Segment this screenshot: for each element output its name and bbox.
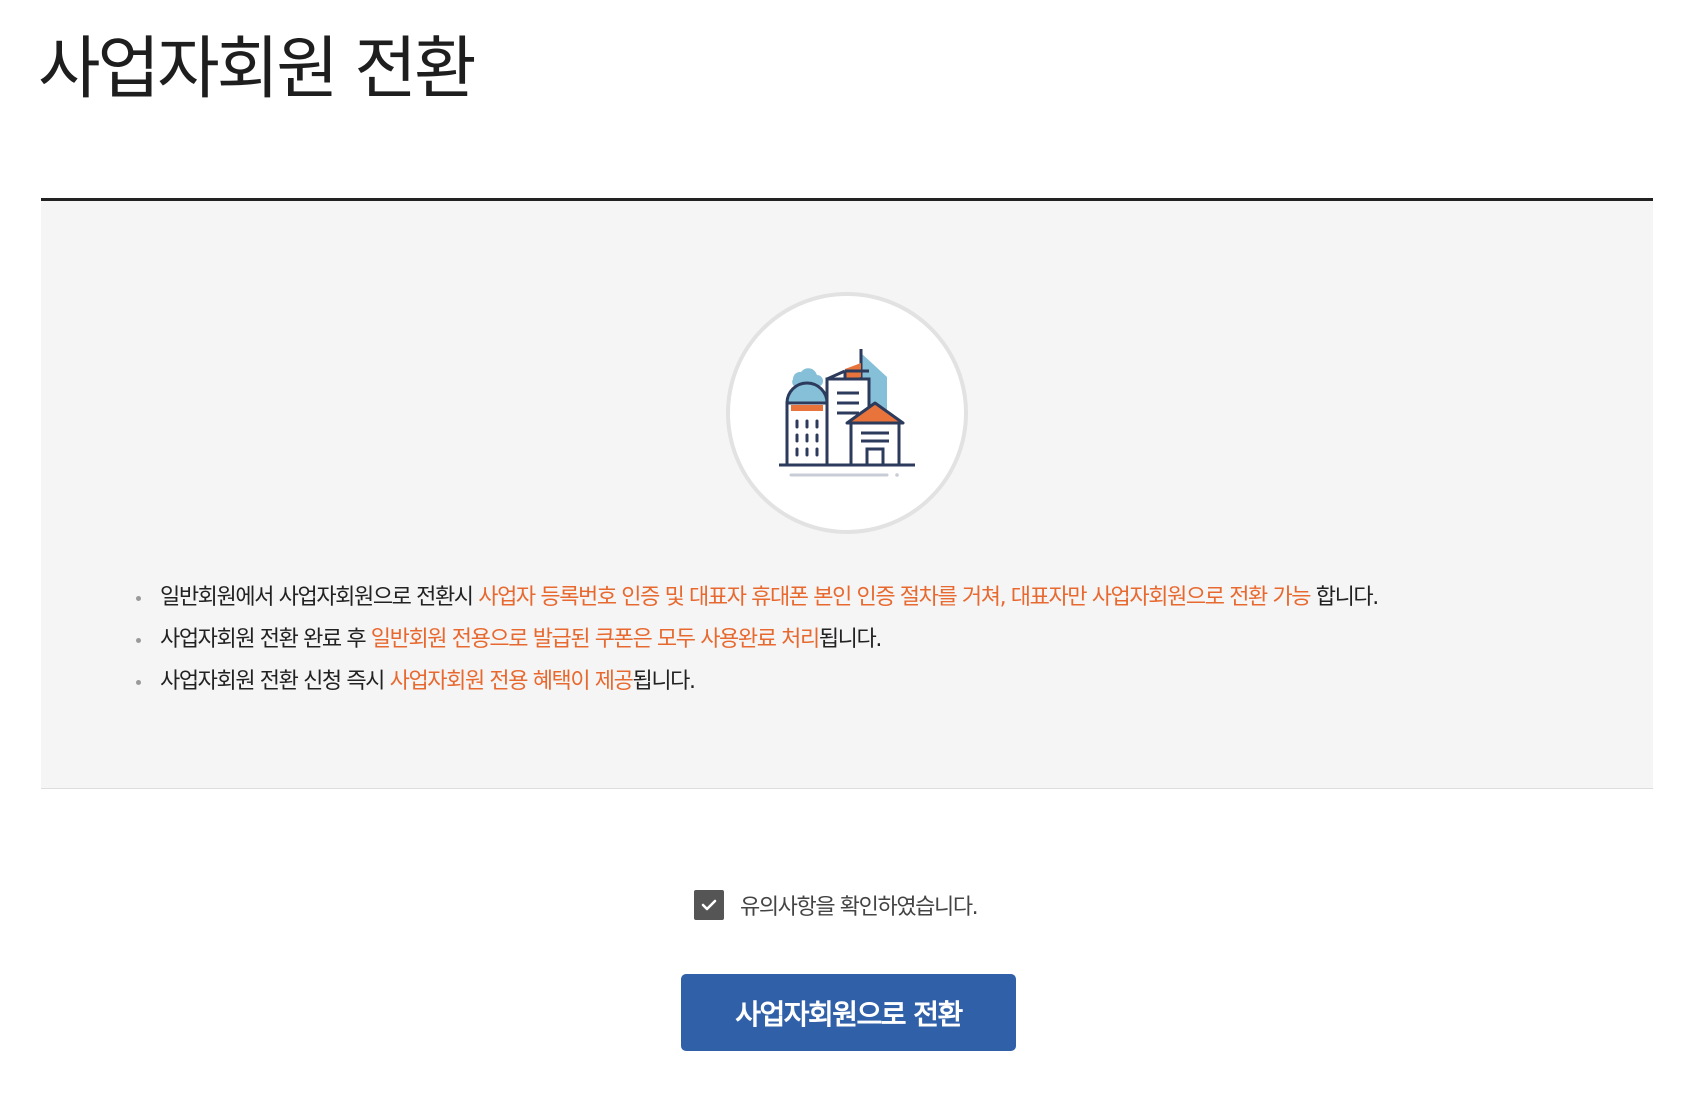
office-buildings-icon <box>779 349 915 477</box>
notice-text-end: 합니다. <box>1310 585 1380 610</box>
agree-checkbox[interactable] <box>694 890 724 920</box>
agree-label: 유의사항을 확인하였습니다. <box>740 895 979 920</box>
agree-checkbox-row[interactable]: 유의사항을 확인하였습니다. <box>694 889 979 921</box>
notice-text-end: 됩니다. <box>632 669 697 694</box>
convert-to-business-button[interactable]: 사업자회원으로 전환 <box>681 974 1016 1051</box>
notice-text-end: 됩니다. <box>818 627 883 652</box>
notice-highlight: 사업자 등록번호 인증 및 대표자 휴대폰 본인 인증 절차를 거쳐, 대표자만… <box>478 585 1311 610</box>
notice-item: 일반회원에서 사업자회원으로 전환시 사업자 등록번호 인증 및 대표자 휴대폰… <box>136 577 1380 619</box>
notice-list: 일반회원에서 사업자회원으로 전환시 사업자 등록번호 인증 및 대표자 휴대폰… <box>136 577 1380 703</box>
notice-item: 사업자회원 전환 완료 후 일반회원 전용으로 발급된 쿠폰은 모두 사용완료 … <box>136 619 1378 661</box>
checkmark-icon <box>701 899 717 911</box>
notice-item: 사업자회원 전환 신청 즉시 사업자회원 전용 혜택이 제공됩니다. <box>136 661 1378 703</box>
notice-highlight: 일반회원 전용으로 발급된 쿠폰은 모두 사용완료 처리 <box>370 627 820 652</box>
notice-highlight: 사업자회원 전용 혜택이 제공 <box>389 669 634 694</box>
notice-text: 사업자회원 전환 신청 즉시 <box>160 669 390 694</box>
page-title: 사업자회원 전환 <box>38 30 477 109</box>
notice-text: 사업자회원 전환 완료 후 <box>160 627 371 652</box>
notice-text: 일반회원에서 사업자회원으로 전환시 <box>160 585 479 610</box>
notice-panel: 일반회원에서 사업자회원으로 전환시 사업자 등록번호 인증 및 대표자 휴대폰… <box>41 198 1653 789</box>
illustration-circle <box>726 292 968 534</box>
